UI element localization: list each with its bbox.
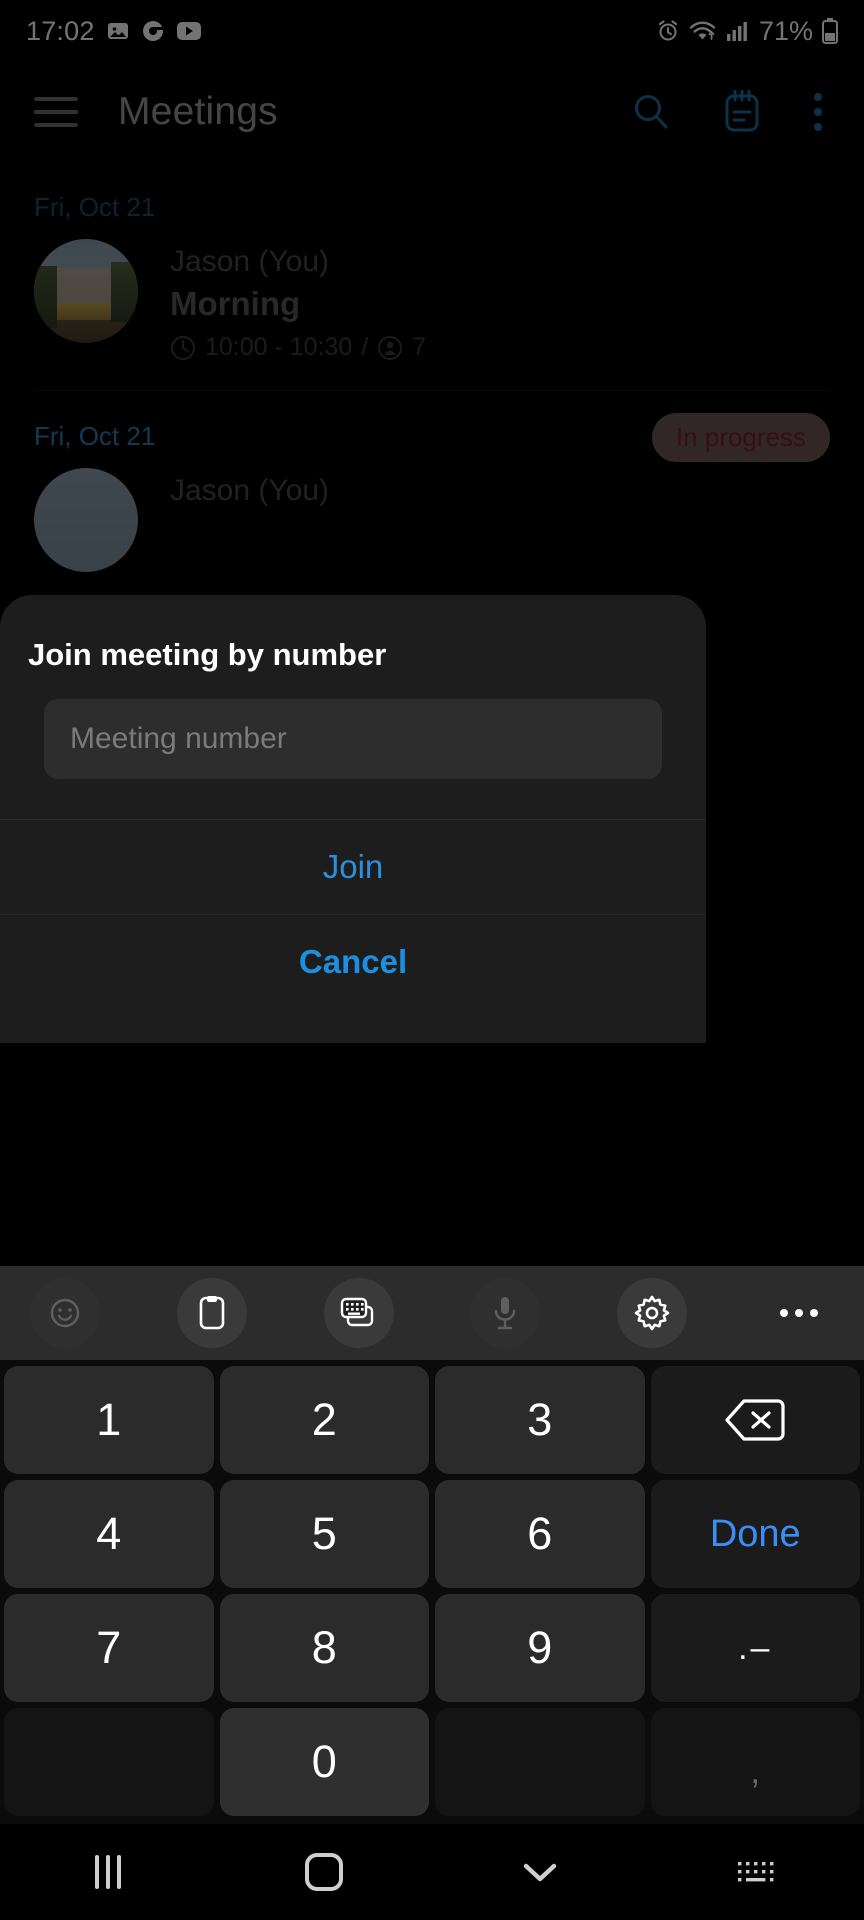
key-5[interactable]: 5	[219, 1480, 429, 1588]
key-dot-dash[interactable]: .–	[650, 1594, 860, 1702]
recents-icon	[95, 1855, 121, 1889]
recents-button[interactable]	[0, 1855, 216, 1889]
key-6[interactable]: 6	[435, 1480, 645, 1588]
dialog-bottom-spacer	[0, 1009, 706, 1043]
home-icon	[305, 1853, 343, 1891]
more-options-icon[interactable]	[764, 1278, 834, 1348]
keyboard-modes-icon[interactable]	[323, 1278, 394, 1348]
key-2[interactable]: 2	[219, 1366, 429, 1474]
key-blank-left[interactable]	[4, 1708, 214, 1816]
keyboard-toolbar	[0, 1266, 864, 1360]
join-button[interactable]: Join	[0, 820, 706, 914]
key-1[interactable]: 1	[4, 1366, 214, 1474]
key-comma[interactable]: ,	[650, 1708, 860, 1816]
keyboard-switcher-icon	[735, 1858, 777, 1886]
settings-gear-icon[interactable]	[617, 1278, 688, 1348]
key-backspace[interactable]	[650, 1366, 860, 1474]
keyboard-keys: 1 2 3 4 5 6 Done 7 8 9 .– 0 ,	[0, 1360, 864, 1824]
clipboard-icon[interactable]	[176, 1278, 247, 1348]
keyboard-switcher-button[interactable]	[648, 1858, 864, 1886]
key-0[interactable]: 0	[219, 1708, 429, 1816]
meeting-number-input[interactable]	[44, 699, 662, 779]
key-9[interactable]: 9	[435, 1594, 645, 1702]
key-8[interactable]: 8	[219, 1594, 429, 1702]
cancel-button[interactable]: Cancel	[0, 915, 706, 1009]
key-dot-dash-label: .–	[738, 1628, 773, 1667]
key-4[interactable]: 4	[4, 1480, 214, 1588]
key-blank-right[interactable]	[435, 1708, 645, 1816]
backspace-icon	[724, 1398, 786, 1442]
key-3[interactable]: 3	[435, 1366, 645, 1474]
dialog-field-wrapper	[0, 699, 706, 819]
hide-keyboard-icon	[520, 1858, 560, 1886]
phone-screen: 17:02 71%	[0, 0, 864, 1920]
hide-keyboard-button[interactable]	[432, 1858, 648, 1886]
dialog-title: Join meeting by number	[28, 637, 387, 672]
on-screen-keyboard: 1 2 3 4 5 6 Done 7 8 9 .– 0 ,	[0, 1266, 864, 1824]
key-comma-label: ,	[750, 1752, 760, 1791]
join-button-label: Join	[322, 848, 384, 885]
microphone-icon[interactable]	[470, 1278, 541, 1348]
key-done[interactable]: Done	[650, 1480, 860, 1588]
key-7[interactable]: 7	[4, 1594, 214, 1702]
join-meeting-dialog: Join meeting by number Join Cancel	[0, 595, 706, 1043]
home-button[interactable]	[216, 1853, 432, 1891]
cancel-button-label: Cancel	[298, 943, 408, 980]
navigation-bar	[0, 1824, 864, 1920]
emoji-icon[interactable]	[30, 1278, 100, 1348]
